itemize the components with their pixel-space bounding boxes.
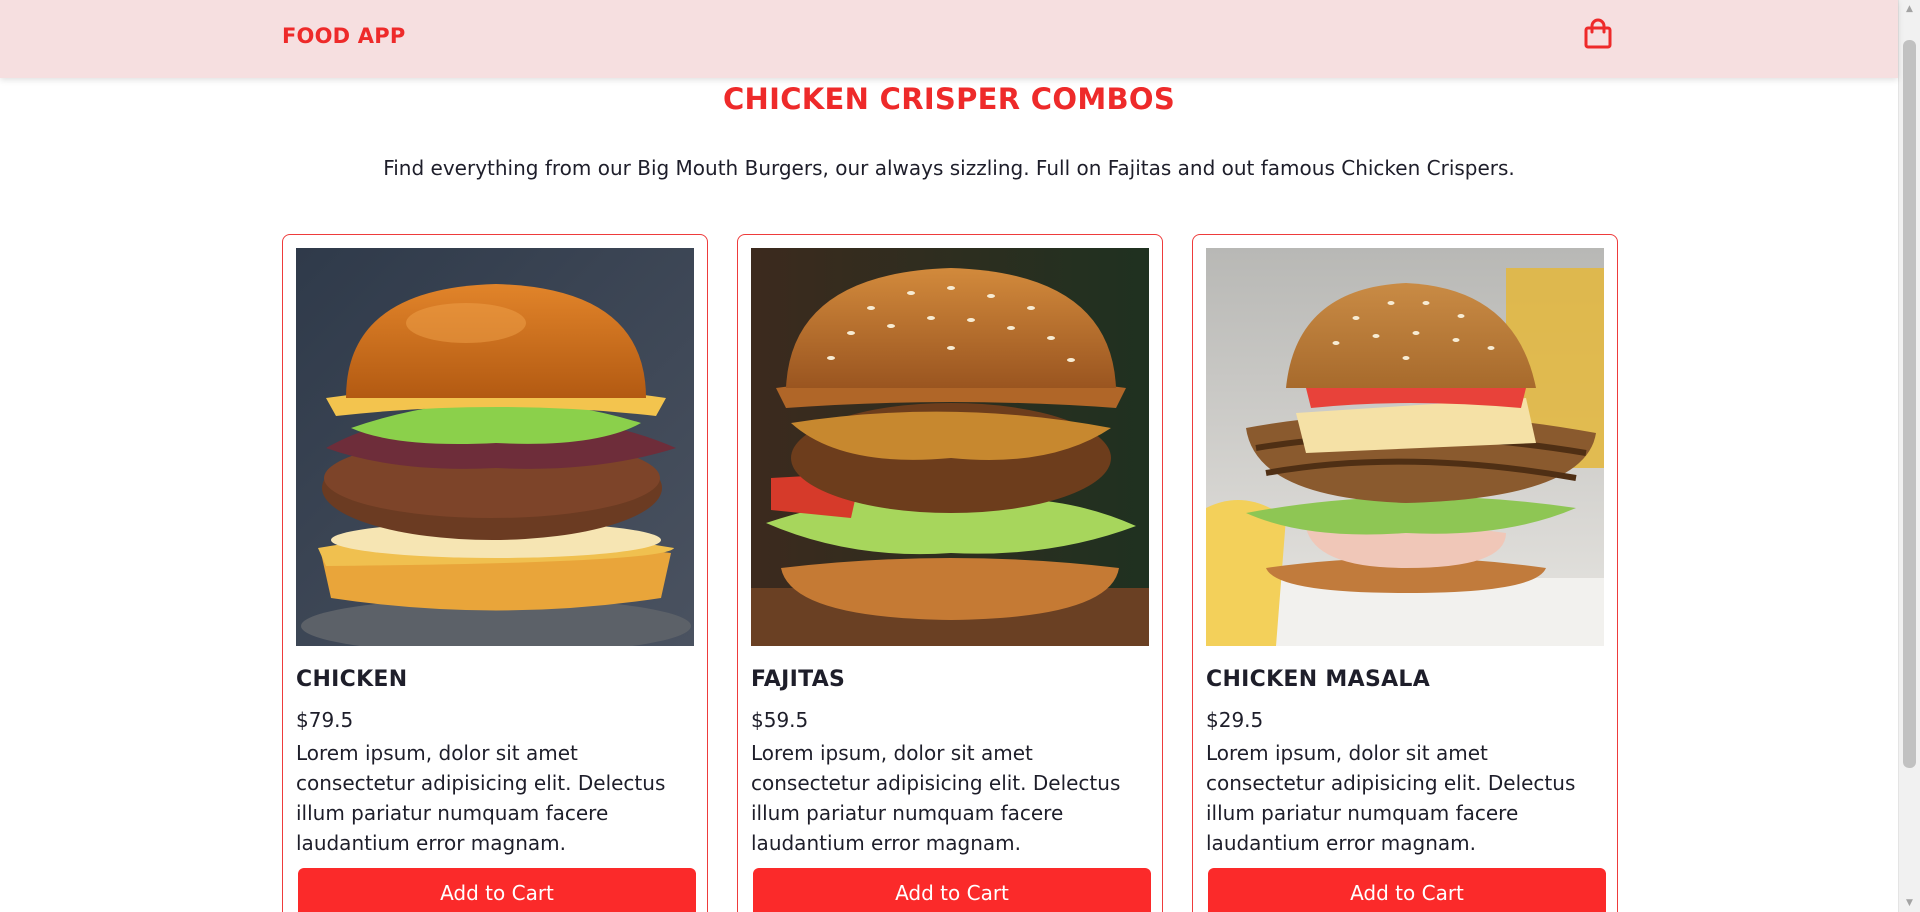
add-to-cart-button[interactable]: Add to Cart: [298, 868, 696, 912]
product-card: CHICKEN $79.5 Lorem ipsum, dolor sit ame…: [282, 234, 708, 912]
product-name: CHICKEN: [296, 667, 408, 692]
product-image-sesame-burger: [751, 248, 1149, 646]
product-card: FAJITAS $59.5 Lorem ipsum, dolor sit ame…: [737, 234, 1163, 912]
product-name: CHICKEN MASALA: [1206, 667, 1431, 692]
product-price: $79.5: [296, 708, 354, 732]
scroll-up-arrow-icon[interactable]: ▲: [1899, 0, 1920, 18]
product-description: Lorem ipsum, dolor sit amet consectetur …: [296, 741, 666, 855]
section-description: Find everything from our Big Mouth Burge…: [383, 156, 1515, 180]
section-title: CHICKEN CRISPER COMBOS: [722, 82, 1176, 116]
page: FOOD APP CHICKEN CRISPER COMBOS Find eve…: [0, 0, 1920, 912]
add-to-cart-button[interactable]: Add to Cart: [753, 868, 1151, 912]
product-name: FAJITAS: [751, 667, 846, 692]
brand-logo[interactable]: FOOD APP: [282, 24, 405, 48]
scroll-down-arrow-icon[interactable]: ▼: [1899, 894, 1920, 912]
product-image-burger-with-onions: [296, 248, 694, 646]
product-price: $59.5: [751, 708, 809, 732]
navbar: FOOD APP: [0, 0, 1898, 78]
product-price: $29.5: [1206, 708, 1264, 732]
cart-button[interactable]: [1580, 18, 1616, 54]
scrollbar-thumb[interactable]: [1903, 40, 1916, 768]
product-description: Lorem ipsum, dolor sit amet consectetur …: [1206, 741, 1576, 855]
vertical-scrollbar[interactable]: ▲ ▼: [1898, 0, 1920, 912]
shopping-bag-icon: [1583, 18, 1613, 54]
product-image-grilled-chicken-burger: [1206, 248, 1604, 646]
add-to-cart-button[interactable]: Add to Cart: [1208, 868, 1606, 912]
product-description: Lorem ipsum, dolor sit amet consectetur …: [751, 741, 1121, 855]
product-card: CHICKEN MASALA $29.5 Lorem ipsum, dolor …: [1192, 234, 1618, 912]
